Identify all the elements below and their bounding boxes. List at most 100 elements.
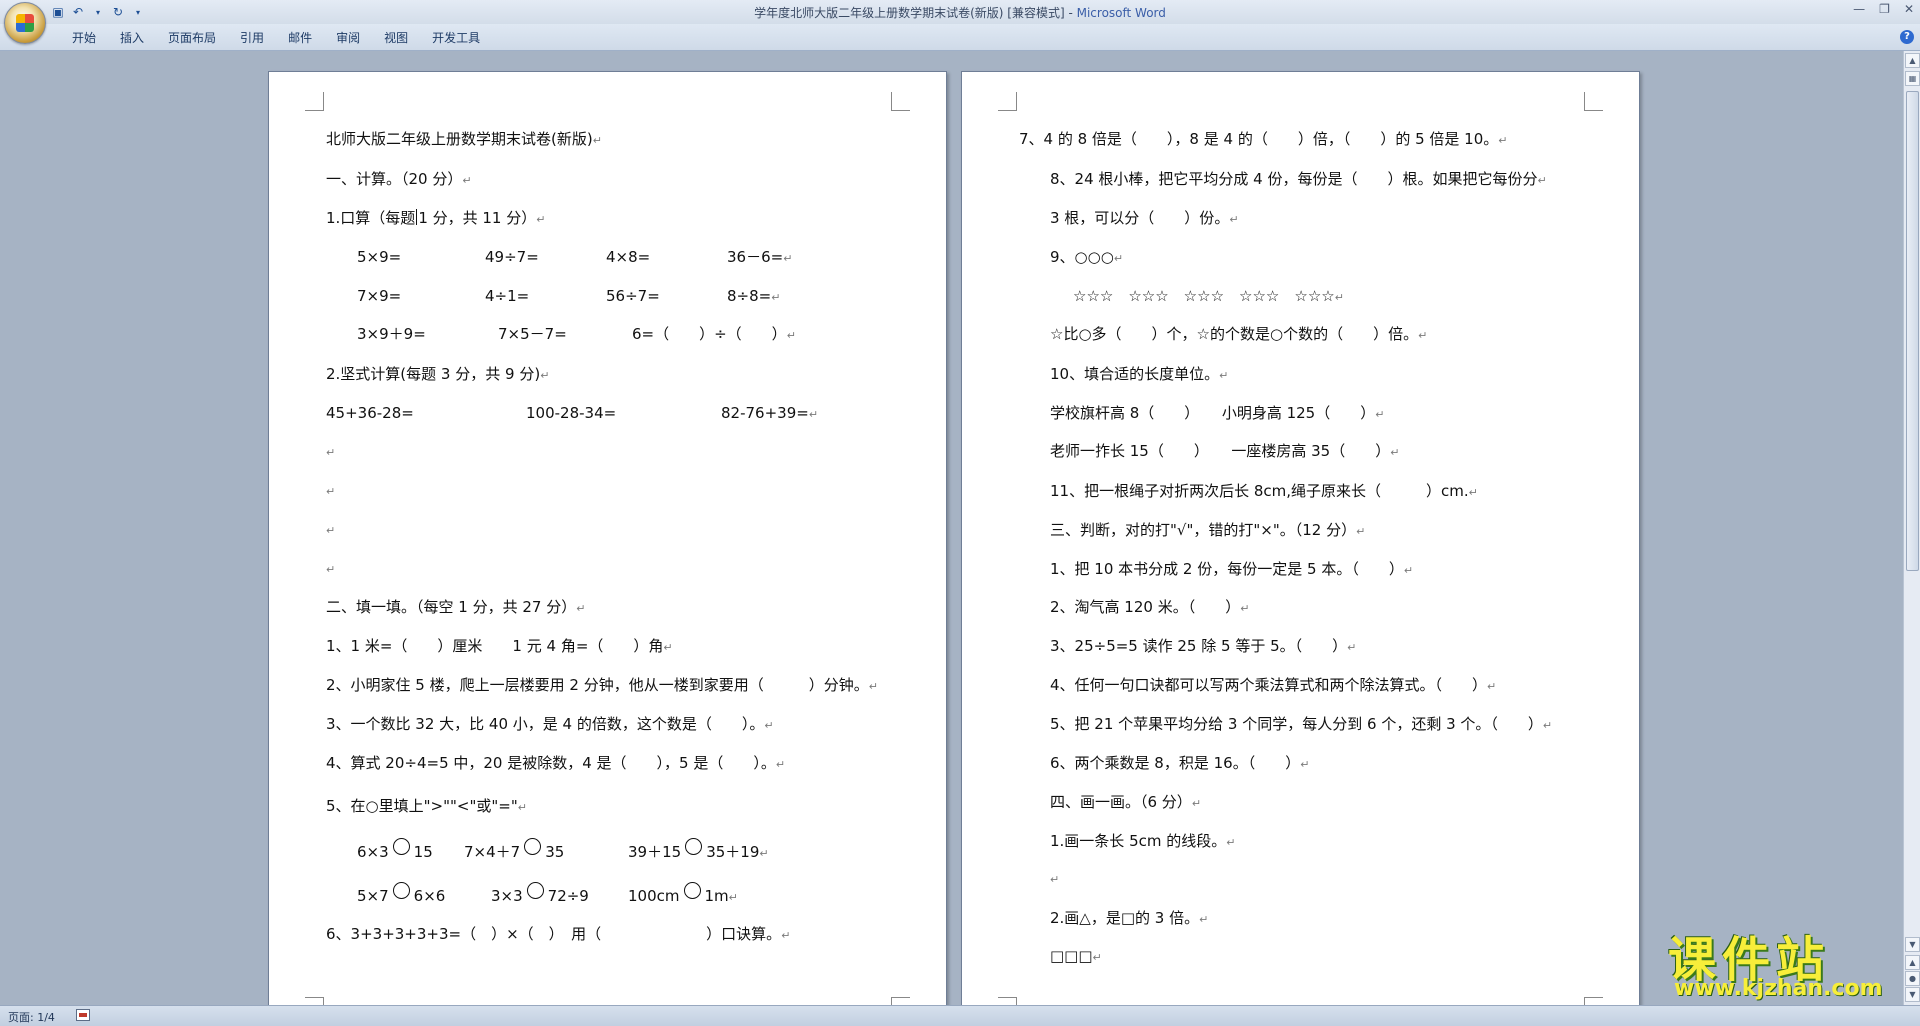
calc-item: 7×5－7=: [498, 325, 567, 343]
empty-paragraph: ↵: [326, 524, 336, 537]
question-line: 老师一拃长 15（ ） 一座楼房高 35（ ）↵: [1050, 442, 1400, 460]
margin-corner-mark: [998, 92, 1017, 111]
close-icon[interactable]: ✕: [1904, 2, 1914, 16]
doc-title: 北师大版二年级上册数学期末试卷(新版)↵: [326, 130, 602, 148]
question-line: 11、把一根绳子对折两次后长 8cm,绳子原来长（ ）cm.↵: [1050, 482, 1478, 500]
empty-paragraph: ↵: [326, 563, 336, 576]
empty-paragraph: ↵: [326, 485, 336, 498]
calc-item: 49÷7=: [485, 248, 539, 266]
question-line: 6、3+3+3+3+3=（ ）×（ ） 用（ ）口诀算。↵: [326, 925, 791, 943]
scroll-thumb[interactable]: [1906, 91, 1919, 571]
scroll-up-icon[interactable]: ▲: [1905, 53, 1920, 68]
ribbon: 开始 插入 页面布局 引用 邮件 审阅 视图 开发工具 ?: [0, 24, 1920, 51]
compare-circle[interactable]: [392, 882, 410, 899]
calc-item: 5×9=: [357, 248, 402, 266]
section-heading: 四、画一画。（6 分）↵: [1050, 793, 1202, 811]
watermark-logo: 课件站 www.kjzhan.com: [1668, 920, 1908, 1004]
calc-item: 4÷1=: [485, 287, 530, 305]
margin-corner-mark: [891, 997, 910, 1005]
question-line: 2.坚式计算(每题 3 分，共 9 分)↵: [326, 365, 550, 383]
app-name: Microsoft Word: [1076, 6, 1166, 20]
window-controls: — ❐ ✕: [1853, 2, 1914, 16]
ribbon-tabs: 开始 插入 页面布局 引用 邮件 审阅 视图 开发工具: [60, 30, 492, 46]
tab-developer[interactable]: 开发工具: [420, 30, 492, 46]
margin-corner-mark: [1584, 997, 1603, 1005]
compare-circle[interactable]: [683, 882, 701, 899]
question-line: 2、淘气高 120 米。（ ）↵: [1050, 598, 1250, 616]
margin-corner-mark: [891, 92, 910, 111]
office-logo-icon: [16, 14, 34, 32]
question-line: 学校旗杆高 8（ ） 小明身高 125（ ）↵: [1050, 404, 1385, 422]
compare-item: 7×4＋7 35: [464, 838, 564, 862]
compare-item: 39＋15 35＋19↵: [628, 838, 769, 864]
vertical-scrollbar[interactable]: ▲ ▦ ▼ ▲ ● ▼: [1903, 51, 1920, 1005]
question-line: 5、在○里填上">""<"或"="↵: [326, 797, 527, 815]
page-indicator[interactable]: 页面: 1/4: [8, 1009, 55, 1025]
compare-item: 6×3 15: [357, 838, 433, 862]
title-bar: ▣ ↶ ▾ ↻ ▾ 学年度北师大版二年级上册数学期末试卷(新版) [兼容模式] …: [0, 0, 1920, 44]
compare-circle[interactable]: [524, 838, 542, 855]
maximize-icon[interactable]: ❐: [1879, 2, 1890, 16]
compare-item: 5×7 6×6: [357, 882, 445, 906]
question-line: 3 根，可以分（ ）份。↵: [1050, 209, 1239, 227]
question-line: 4、任何一句口诀都可以写两个乘法算式和两个除法算式。（ ）↵: [1050, 676, 1497, 694]
office-button[interactable]: [4, 2, 46, 44]
status-bar: 页面: 1/4: [0, 1005, 1920, 1026]
section-heading: 一、计算。（20 分）↵: [326, 170, 472, 188]
question-line: 5、把 21 个苹果平均分给 3 个同学，每人分到 6 个，还剩 3 个。（ ）…: [1050, 715, 1553, 733]
compare-circle[interactable]: [392, 838, 410, 855]
calc-item: 6=（ ）÷（ ）↵: [632, 325, 796, 343]
calc-item: 3×9＋9=: [357, 325, 426, 343]
document-title: 学年度北师大版二年级上册数学期末试卷(新版) [兼容模式] -: [754, 6, 1077, 20]
compare-item: 100cm 1m↵: [628, 882, 738, 908]
empty-paragraph: ↵: [326, 446, 336, 459]
tab-insert[interactable]: 插入: [108, 30, 156, 46]
question-line: 1.口算（每题 1 分，共 11 分）↵: [326, 209, 546, 227]
question-line: 1.画一条长 5cm 的线段。↵: [1050, 832, 1236, 850]
ruler-toggle-icon[interactable]: ▦: [1905, 71, 1920, 86]
stars-row: ☆☆☆ ☆☆☆ ☆☆☆ ☆☆☆ ☆☆☆↵: [1073, 287, 1344, 305]
calc-item: 56÷7=: [606, 287, 660, 305]
compare-item: 3×3 72÷9: [491, 882, 589, 906]
question-line: 2.画△，是□的 3 倍。↵: [1050, 909, 1209, 927]
question-line: 4、算式 20÷4=5 中，20 是被除数，4 是（ ），5 是（ ）。↵: [326, 754, 786, 772]
margin-corner-mark: [305, 92, 324, 111]
document-page-1[interactable]: 北师大版二年级上册数学期末试卷(新版)↵ 一、计算。（20 分）↵ 1.口算（每…: [268, 71, 947, 1005]
question-line: 9、○○○↵: [1050, 248, 1124, 266]
proofing-icon[interactable]: [76, 1009, 90, 1021]
margin-corner-mark: [1584, 92, 1603, 111]
margin-corner-mark: [305, 997, 324, 1005]
minimize-icon[interactable]: —: [1853, 2, 1865, 16]
margin-corner-mark: [998, 997, 1017, 1005]
tab-references[interactable]: 引用: [228, 30, 276, 46]
tab-view[interactable]: 视图: [372, 30, 420, 46]
document-workspace[interactable]: 北师大版二年级上册数学期末试卷(新版)↵ 一、计算。（20 分）↵ 1.口算（每…: [0, 51, 1903, 1005]
tab-page-layout[interactable]: 页面布局: [156, 30, 228, 46]
compare-circle[interactable]: [685, 838, 703, 855]
calc-item: 7×9=: [357, 287, 402, 305]
calc-item: 100-28-34=: [526, 404, 617, 422]
question-line: ☆比○多（ ）个，☆的个数是○个数的（ ）倍。↵: [1050, 325, 1428, 343]
document-page-2[interactable]: 7、4 的 8 倍是（ ），8 是 4 的（ ）倍，（ ）的 5 倍是 10。↵…: [961, 71, 1640, 1005]
calc-item: 45+36-28=: [326, 404, 414, 422]
question-line: 10、填合适的长度单位。↵: [1050, 365, 1229, 383]
calc-item: 4×8=: [606, 248, 651, 266]
tab-home[interactable]: 开始: [60, 30, 108, 46]
question-line: 1、1 米=（ ）厘米 1 元 4 角=（ ）角↵: [326, 637, 673, 655]
question-line: 8、24 根小棒，把它平均分成 4 份，每份是（ ）根。如果把它每份分↵: [1050, 170, 1547, 188]
compare-circle[interactable]: [526, 882, 544, 899]
question-line: 7、4 的 8 倍是（ ），8 是 4 的（ ）倍，（ ）的 5 倍是 10。↵: [1019, 130, 1508, 148]
question-line: 6、两个乘数是 8，积是 16。（ ）↵: [1050, 754, 1310, 772]
section-heading: 二、填一填。（每空 1 分，共 27 分）↵: [326, 598, 586, 616]
question-line: 3、25÷5=5 读作 25 除 5 等于 5。（ ）↵: [1050, 637, 1357, 655]
help-icon[interactable]: ?: [1900, 30, 1914, 44]
question-line: 2、小明家住 5 楼，爬上一层楼要用 2 分钟，他从一楼到家要用（ ）分钟。↵: [326, 676, 878, 694]
section-heading: 三、判断，对的打"√"，错的打"×"。（12 分）↵: [1050, 521, 1366, 539]
calc-item: 8÷8=↵: [727, 287, 781, 305]
empty-paragraph: ↵: [1050, 873, 1060, 886]
tab-mailings[interactable]: 邮件: [276, 30, 324, 46]
calc-item: 82-76+39=↵: [721, 404, 819, 422]
window-title: 学年度北师大版二年级上册数学期末试卷(新版) [兼容模式] - Microsof…: [0, 4, 1920, 21]
watermark-url: www.kjzhan.com: [1674, 976, 1883, 1001]
tab-review[interactable]: 审阅: [324, 30, 372, 46]
